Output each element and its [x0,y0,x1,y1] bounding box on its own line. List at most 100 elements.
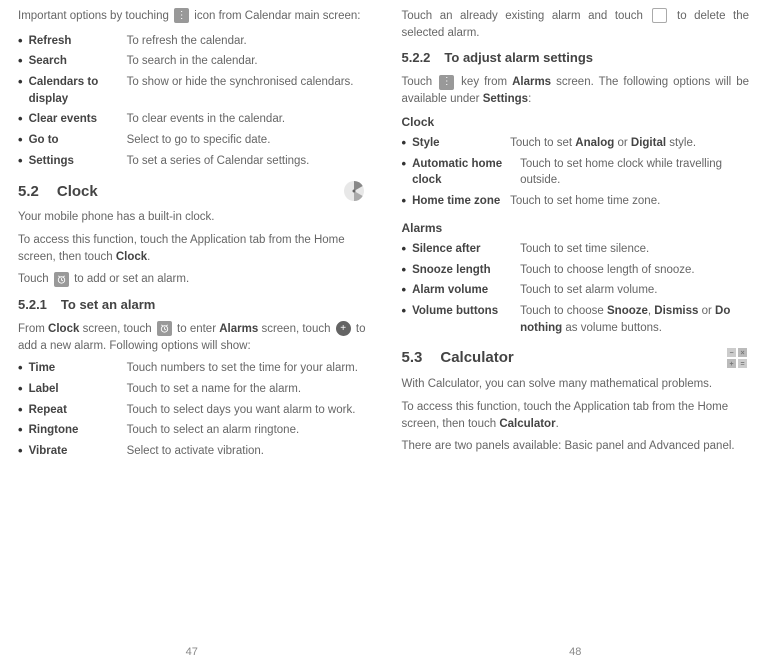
plus-icon: + [336,321,351,336]
opt-desc: Select to go to specific date. [127,132,366,149]
list-item: SearchTo search in the calendar. [18,53,366,70]
opt-label: Ringtone [29,422,127,439]
opt-desc: Touch to set alarm volume. [520,282,749,299]
page-number: 48 [569,645,581,661]
opt-desc: To show or hide the synchronised calenda… [127,74,366,91]
opt-label: Go to [29,132,127,149]
page-right: Touch an already existing alarm and touc… [384,0,767,667]
svg-text:−: − [729,350,733,357]
clock-desc: Your mobile phone has a built-in clock. [18,209,366,226]
opt-label: Search [29,53,127,70]
clock-touch: Touch to add or set an alarm. [18,271,366,288]
opt-desc: To set a series of Calendar settings. [127,153,366,170]
group-alarms: Alarms [402,220,750,237]
list-item: Home time zoneTouch to set home time zon… [402,193,750,210]
opt-desc: To search in the calendar. [127,53,366,70]
list-item: Go toSelect to go to specific date. [18,132,366,149]
svg-text:+: + [729,361,733,368]
clock-settings: StyleTouch to set Analog or Digital styl… [402,135,750,210]
list-item: VibrateSelect to activate vibration. [18,443,366,460]
opt-desc: To refresh the calendar. [127,33,366,50]
opt-label: Settings [29,153,127,170]
opt-label: Time [29,360,127,377]
page-left: Important options by touching ⋮ icon fro… [0,0,384,667]
svg-text:=: = [740,361,744,368]
sub-set-alarm: 5.2.1 To set an alarm [18,296,366,315]
section-calculator: 5.3 Calculator −× + = [402,346,750,370]
menu-icon: ⋮ [439,75,454,90]
svg-text:×: × [740,350,744,357]
opt-label: Refresh [29,33,127,50]
list-item: RepeatTouch to select days you want alar… [18,402,366,419]
sub-num: 5.2.1 [18,297,47,312]
opt-desc: Touch to set a name for the alarm. [127,381,366,398]
intro-a: Important options by touching [18,10,169,22]
list-item: SettingsTo set a series of Calendar sett… [18,153,366,170]
opt-desc: Touch to select an alarm ringtone. [127,422,366,439]
list-item: RefreshTo refresh the calendar. [18,33,366,50]
intro-b: icon from Calendar main screen: [194,10,360,22]
opt-desc: Touch numbers to set the time for your a… [127,360,366,377]
opt-label: Volume buttons [412,303,520,320]
opt-label: Calendars to display [29,74,127,107]
sub-title: To set an alarm [61,297,155,312]
alarm-clock-icon [157,321,172,336]
opt-label: Automatic home clock [412,156,520,189]
section-clock: 5.2 Clock [18,179,366,203]
sec-title: Calculator [440,347,513,369]
opt-label: Style [412,135,510,152]
sec-num: 5.3 [402,347,423,369]
calc-access: To access this function, touch the Appli… [402,399,750,432]
opt-label: Repeat [29,402,127,419]
opt-label: Clear events [29,111,127,128]
calculator-icon: −× + = [725,346,749,370]
sec-title: Clock [57,181,98,203]
sub-num: 5.2.2 [402,50,431,65]
calc-panels: There are two panels available: Basic pa… [402,438,750,455]
group-clock: Clock [402,114,750,131]
opt-label: Label [29,381,127,398]
opt-label: Snooze length [412,262,520,279]
opt-desc: Touch to choose length of snooze. [520,262,749,279]
opt-desc: Touch to select days you want alarm to w… [127,402,366,419]
trash-icon [652,8,667,23]
list-item: Calendars to displayTo show or hide the … [18,74,366,107]
alarm-clock-icon [54,272,69,287]
opt-label: Alarm volume [412,282,520,299]
opt-desc: Touch to set Analog or Digital style. [510,135,749,152]
opt-desc: Touch to set home clock while travelling… [520,156,749,189]
list-item: LabelTouch to set a name for the alarm. [18,381,366,398]
clock-access: To access this function, touch the Appli… [18,232,366,265]
opt-label: Silence after [412,241,520,258]
list-item: StyleTouch to set Analog or Digital styl… [402,135,750,152]
list-item: Snooze lengthTouch to choose length of s… [402,262,750,279]
opt-desc: Touch to choose Snooze, Dismiss or Do no… [520,303,749,336]
opt-desc: Touch to set time silence. [520,241,749,258]
calendar-options: RefreshTo refresh the calendar. SearchTo… [18,33,366,170]
sec-num: 5.2 [18,181,39,203]
adjust-desc: Touch ⋮ key from Alarms screen. The foll… [402,74,750,107]
list-item: TimeTouch numbers to set the time for yo… [18,360,366,377]
list-item: Silence afterTouch to set time silence. [402,241,750,258]
opt-desc: Touch to set home time zone. [510,193,749,210]
opt-desc: To clear events in the calendar. [127,111,366,128]
list-item: Automatic home clockTouch to set home cl… [402,156,750,189]
list-item: Alarm volumeTouch to set alarm volume. [402,282,750,299]
calc-desc: With Calculator, you can solve many math… [402,376,750,393]
opt-desc: Select to activate vibration. [127,443,366,460]
list-item: Clear eventsTo clear events in the calen… [18,111,366,128]
list-item: RingtoneTouch to select an alarm rington… [18,422,366,439]
alarm-options: TimeTouch numbers to set the time for yo… [18,360,366,459]
list-item: Volume buttonsTouch to choose Snooze, Di… [402,303,750,336]
alarm-settings: Silence afterTouch to set time silence. … [402,241,750,336]
delete-alarm: Touch an already existing alarm and touc… [402,8,750,41]
clock-icon [342,179,366,203]
page-number: 47 [186,645,198,661]
opt-label: Home time zone [412,193,510,210]
set-alarm-desc: From Clock screen, touch to enter Alarms… [18,321,366,354]
menu-icon: ⋮ [174,8,189,23]
intro-line: Important options by touching ⋮ icon fro… [18,8,366,25]
sub-adjust-alarm: 5.2.2 To adjust alarm settings [402,49,750,68]
opt-label: Vibrate [29,443,127,460]
sub-title: To adjust alarm settings [444,50,593,65]
